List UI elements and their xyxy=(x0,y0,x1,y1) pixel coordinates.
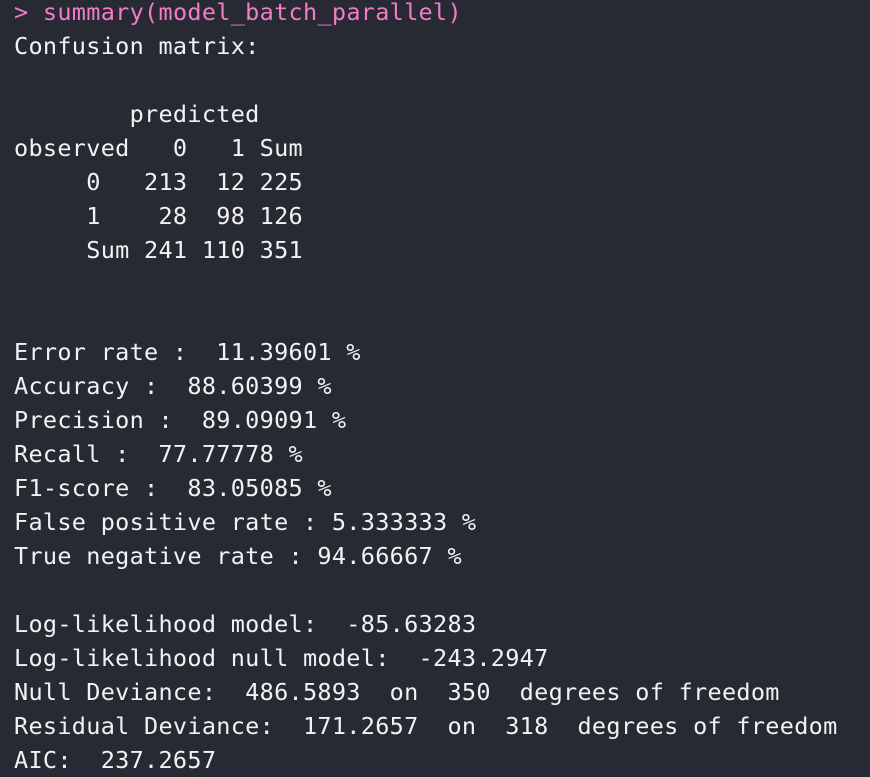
metric-true-negative-rate: True negative rate : 94.66667 % xyxy=(14,542,462,570)
console-prompt: > xyxy=(14,0,43,26)
metric-f1-score: F1-score : 83.05085 % xyxy=(14,474,332,502)
metric-error-rate: Error rate : 11.39601 % xyxy=(14,338,361,366)
metric-false-positive-rate: False positive rate : 5.333333 % xyxy=(14,508,477,536)
stat-aic: AIC: 237.2657 xyxy=(14,746,217,774)
metric-precision: Precision : 89.09091 % xyxy=(14,406,347,434)
confusion-matrix-row: 1 28 98 126 xyxy=(14,202,303,230)
confusion-matrix-row: 0 213 12 225 xyxy=(14,168,303,196)
stat-log-likelihood-null-model: Log-likelihood null model: -243.2947 xyxy=(14,644,549,672)
command-line: > summary(model_batch_parallel) xyxy=(14,0,870,29)
stat-residual-deviance: Residual Deviance: 171.2657 on 318 degre… xyxy=(14,712,838,740)
metric-recall: Recall : 77.77778 % xyxy=(14,440,303,468)
stat-log-likelihood-model: Log-likelihood model: -85.63283 xyxy=(14,610,477,638)
confusion-matrix-predicted-header: predicted xyxy=(14,100,260,128)
confusion-matrix-row: Sum 241 110 351 xyxy=(14,236,303,264)
metric-accuracy: Accuracy : 88.60399 % xyxy=(14,372,332,400)
confusion-matrix-column-header: observed 0 1 Sum xyxy=(14,134,303,162)
r-console-output[interactable]: > summary(model_batch_parallel) Confusio… xyxy=(0,0,870,774)
stat-null-deviance: Null Deviance: 486.5893 on 350 degrees o… xyxy=(14,678,780,706)
command-text: summary(model_batch_parallel) xyxy=(42,0,462,26)
confusion-matrix-title: Confusion matrix: xyxy=(14,32,260,60)
